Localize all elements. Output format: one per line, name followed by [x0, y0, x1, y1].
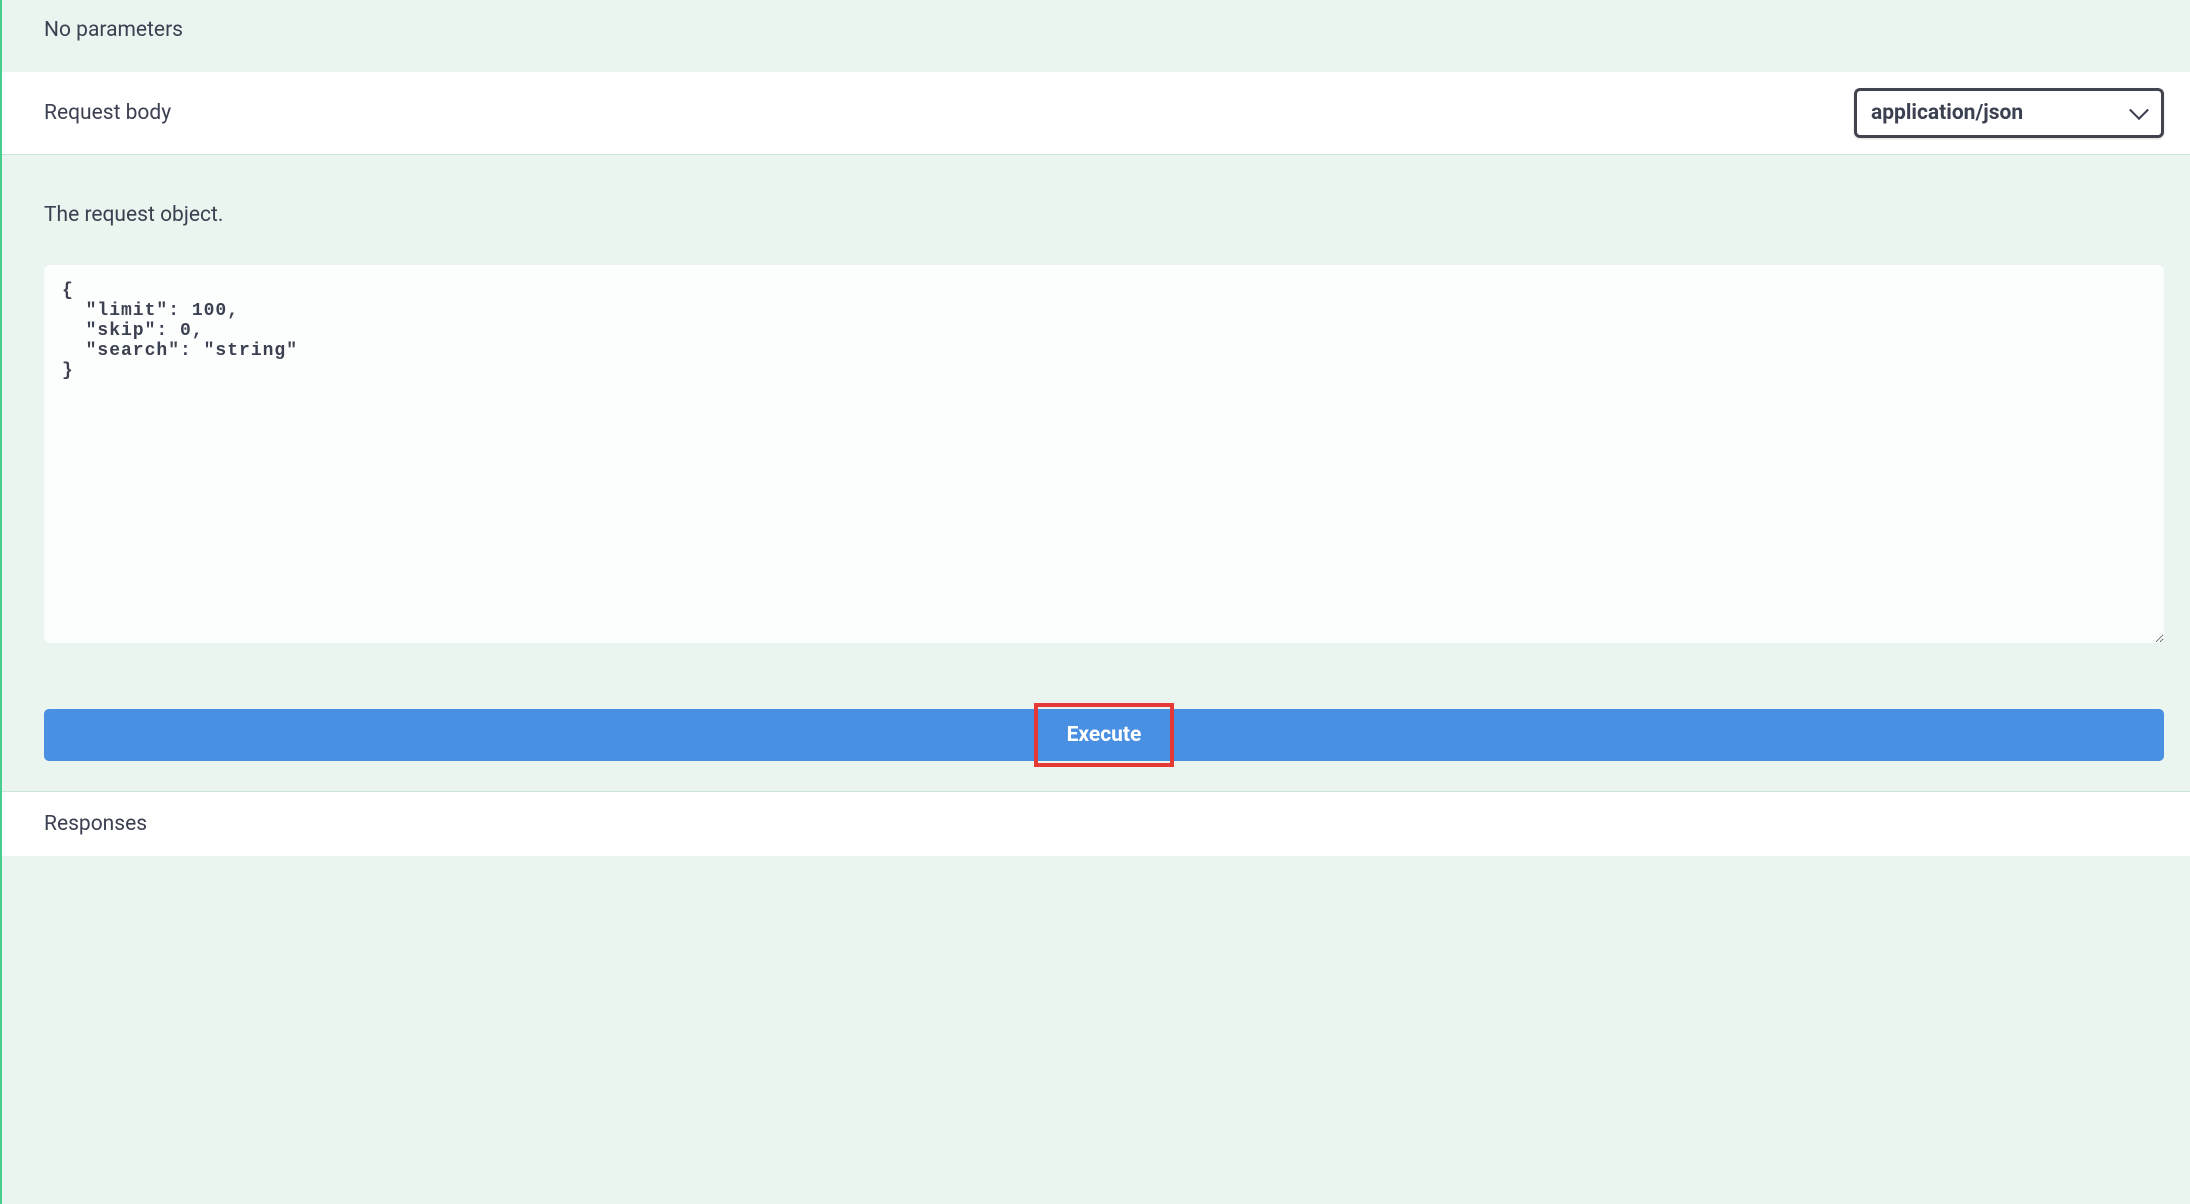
request-body-textarea[interactable]: { "limit": 100, "skip": 0, "search": "st… — [44, 265, 2164, 643]
request-body-label: Request body — [44, 101, 171, 125]
responses-label: Responses — [44, 812, 147, 836]
request-body-header: Request body application/json — [2, 72, 2190, 155]
execute-section: Execute — [2, 679, 2190, 791]
responses-header: Responses — [2, 791, 2190, 856]
no-parameters-label: No parameters — [44, 18, 183, 42]
execute-button[interactable]: Execute — [44, 709, 2164, 761]
execute-wrapper: Execute — [44, 709, 2164, 761]
request-body-section: The request object. { "limit": 100, "ski… — [2, 155, 2190, 679]
content-type-select-wrapper: application/json — [1854, 88, 2164, 138]
content-type-select[interactable]: application/json — [1854, 88, 2164, 138]
request-body-description: The request object. — [44, 203, 2164, 227]
no-parameters-row: No parameters — [2, 0, 2190, 72]
api-operation-panel: No parameters Request body application/j… — [0, 0, 2190, 1204]
